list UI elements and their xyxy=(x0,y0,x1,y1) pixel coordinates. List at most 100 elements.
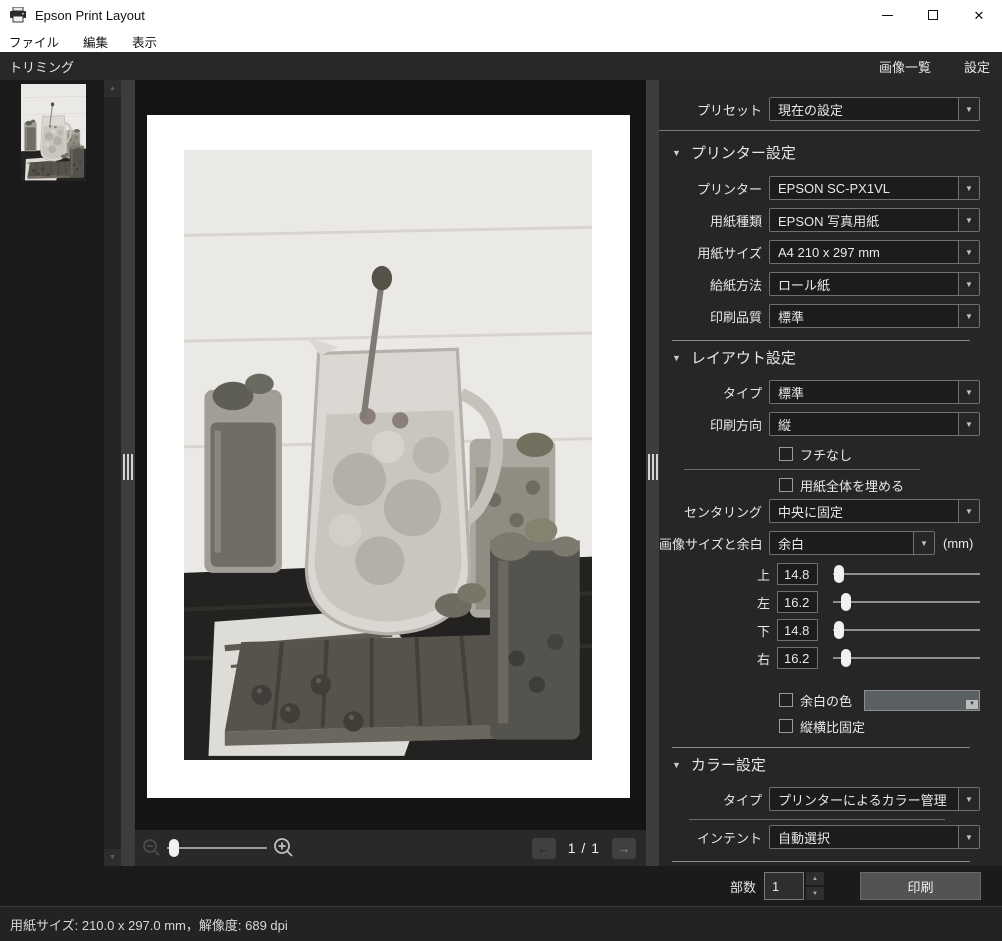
arrow-down-icon: ▼ xyxy=(109,854,116,861)
copies-input[interactable] xyxy=(764,872,804,900)
fill-paper-checkbox[interactable] xyxy=(779,478,793,492)
arrow-right-icon: → xyxy=(618,841,631,856)
media-type-row: 用紙種類 EPSON 写真用紙 ▼ xyxy=(659,208,980,232)
minimize-button[interactable] xyxy=(864,0,910,30)
splitter-grip-icon xyxy=(648,454,658,480)
margin-color-checkbox[interactable] xyxy=(779,693,793,707)
divider xyxy=(672,340,970,341)
margin-right-input[interactable] xyxy=(777,647,818,669)
margin-top-input[interactable] xyxy=(777,563,818,585)
margin-bottom-slider[interactable] xyxy=(833,621,980,639)
chevron-down-icon: ▼ xyxy=(958,500,979,522)
margin-bottom-input[interactable] xyxy=(777,619,818,641)
arrow-left-icon: ← xyxy=(537,841,550,856)
margin-color-swatch[interactable]: ▼ xyxy=(864,690,980,711)
margin-left-input[interactable] xyxy=(777,591,818,613)
menu-edit[interactable]: 編集 xyxy=(83,32,108,51)
maximize-button[interactable] xyxy=(910,0,956,30)
divider xyxy=(684,469,920,470)
margin-left-slider[interactable] xyxy=(833,593,980,611)
slider-handle[interactable] xyxy=(834,621,844,639)
print-button[interactable]: 印刷 xyxy=(860,872,981,900)
zoom-in-icon[interactable] xyxy=(273,837,295,859)
settings-panel: プリセット 現在の設定 ▼ ▼ プリンター設定 プリンター EPSON SC-P… xyxy=(659,80,1002,866)
orientation-row: 印刷方向 縦 ▼ xyxy=(659,412,980,436)
media-type-dropdown[interactable]: EPSON 写真用紙 ▼ xyxy=(769,208,980,232)
slider-handle[interactable] xyxy=(834,565,844,583)
paper-size-dropdown[interactable]: A4 210 x 297 mm ▼ xyxy=(769,240,980,264)
right-splitter[interactable] xyxy=(646,80,659,866)
intent-row: インテント 自動選択 ▼ xyxy=(659,825,980,849)
margin-left-row: 左 xyxy=(659,591,980,613)
layout-type-dropdown[interactable]: 標準 ▼ xyxy=(769,380,980,404)
printer-section-header[interactable]: ▼ プリンター設定 xyxy=(659,142,980,163)
slider-handle[interactable] xyxy=(841,649,851,667)
thumbnail-sidebar xyxy=(0,80,104,866)
paper-source-row: 給紙方法 ロール紙 ▼ xyxy=(659,272,980,296)
print-preview-photo[interactable] xyxy=(184,150,592,760)
borderless-checkbox[interactable] xyxy=(779,447,793,461)
centering-dropdown[interactable]: 中央に固定 ▼ xyxy=(769,499,980,523)
chevron-down-icon: ▼ xyxy=(958,273,979,295)
image-list-button[interactable]: 画像一覧 xyxy=(879,57,931,76)
status-text: 用紙サイズ: 210.0 x 297.0 mm，解像度: 689 dpi xyxy=(10,915,288,934)
left-splitter[interactable] xyxy=(121,80,135,866)
slider-handle[interactable] xyxy=(841,593,851,611)
close-icon: ✕ xyxy=(974,9,985,22)
chevron-down-icon: ▼ xyxy=(958,381,979,403)
chevron-down-icon: ▼ xyxy=(958,177,979,199)
divider xyxy=(689,819,945,820)
next-page-button[interactable]: → xyxy=(612,838,636,859)
chevron-down-icon: ▼ xyxy=(958,241,979,263)
app-toolbar: トリミング 画像一覧 設定 xyxy=(0,52,1002,80)
margin-right-row: 右 xyxy=(659,647,980,669)
scroll-down-button[interactable]: ▼ xyxy=(104,849,121,866)
zoom-out-icon[interactable] xyxy=(142,838,162,858)
menu-view[interactable]: 表示 xyxy=(132,32,157,51)
size-margin-dropdown[interactable]: 余白 ▼ xyxy=(769,531,935,555)
layout-type-row: タイプ 標準 ▼ xyxy=(659,380,980,404)
margin-bottom-row: 下 xyxy=(659,619,980,641)
paper-preview xyxy=(147,115,630,798)
chevron-down-icon: ▼ xyxy=(958,98,979,120)
orientation-dropdown[interactable]: 縦 ▼ xyxy=(769,412,980,436)
close-button[interactable]: ✕ xyxy=(956,0,1002,30)
layout-section-header[interactable]: ▼ レイアウト設定 xyxy=(659,347,980,368)
minimize-icon xyxy=(882,15,893,16)
stepper-down-button[interactable]: ▼ xyxy=(806,887,824,900)
color-type-dropdown[interactable]: プリンターによるカラー管理 ▼ xyxy=(769,787,980,811)
menu-file[interactable]: ファイル xyxy=(9,32,59,51)
maximize-icon xyxy=(928,10,938,20)
chevron-down-icon: ▼ xyxy=(958,788,979,810)
zoom-slider-track[interactable] xyxy=(167,847,267,849)
sidebar-scrollbar[interactable]: ▲ ▼ xyxy=(104,80,121,866)
zoom-slider-handle[interactable] xyxy=(169,839,179,857)
paper-source-dropdown[interactable]: ロール紙 ▼ xyxy=(769,272,980,296)
scroll-up-button[interactable]: ▲ xyxy=(104,80,121,97)
intent-dropdown[interactable]: 自動選択 ▼ xyxy=(769,825,980,849)
settings-button[interactable]: 設定 xyxy=(964,57,990,76)
margin-top-slider[interactable] xyxy=(833,565,980,583)
centering-row: センタリング 中央に固定 ▼ xyxy=(659,499,980,523)
chevron-down-icon: ▼ xyxy=(913,532,934,554)
copies-stepper: ▲ ▼ xyxy=(806,872,824,900)
preset-dropdown[interactable]: 現在の設定 ▼ xyxy=(769,97,980,121)
image-thumbnail[interactable] xyxy=(21,84,86,181)
chevron-down-icon: ▼ xyxy=(958,413,979,435)
color-section-header[interactable]: ▼ カラー設定 xyxy=(659,754,980,775)
fixed-aspect-checkbox[interactable] xyxy=(779,719,793,733)
arrow-down-icon: ▼ xyxy=(812,891,818,897)
margin-right-slider[interactable] xyxy=(833,649,980,667)
printer-dropdown[interactable]: EPSON SC-PX1VL ▼ xyxy=(769,176,980,200)
divider xyxy=(672,861,970,862)
previous-page-button[interactable]: ← xyxy=(532,838,556,859)
print-quality-dropdown[interactable]: 標準 ▼ xyxy=(769,304,980,328)
printer-row: プリンター EPSON SC-PX1VL ▼ xyxy=(659,176,980,200)
stepper-up-button[interactable]: ▲ xyxy=(806,872,824,885)
crop-button[interactable]: トリミング xyxy=(0,57,74,76)
chevron-down-icon: ▼ xyxy=(958,209,979,231)
chevron-down-icon: ▼ xyxy=(958,826,979,848)
collapse-triangle-icon: ▼ xyxy=(672,148,681,158)
fill-paper-row: 用紙全体を埋める xyxy=(659,477,980,493)
zoom-slider[interactable] xyxy=(167,839,267,857)
